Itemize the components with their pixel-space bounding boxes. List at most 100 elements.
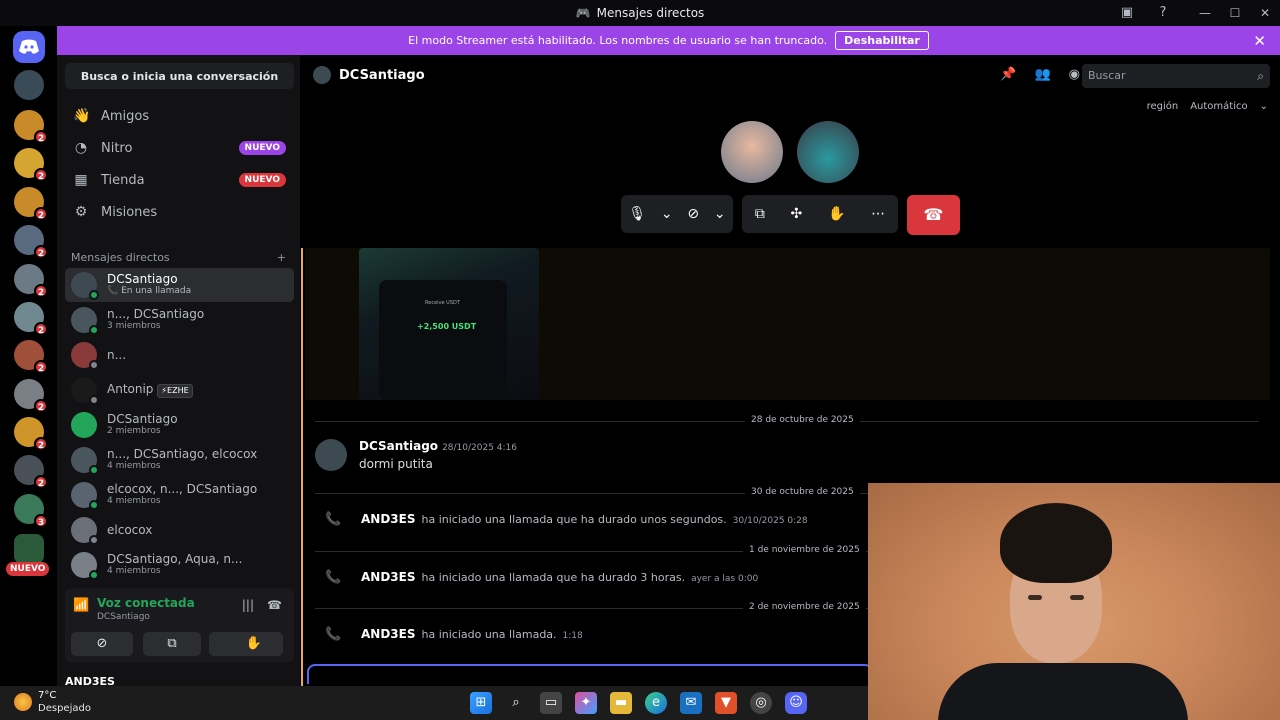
voice-status[interactable]: Voz conectada <box>97 596 195 610</box>
dm-header: Mensajes directos + <box>71 251 286 264</box>
dm-item[interactable]: DCSantiago 2 miembros <box>65 408 294 442</box>
add-friends-icon[interactable]: 👥 <box>1034 67 1050 82</box>
chevron-down-icon: ⌄ <box>1259 101 1268 112</box>
close-window-button[interactable]: ✕ <box>1250 6 1280 20</box>
disconnect-icon[interactable]: ☎ <box>267 598 282 612</box>
image-attachment[interactable]: Receive USDT +2,500 USDT <box>359 248 539 400</box>
streamer-mode-banner: El modo Streamer está habilitado. Los no… <box>57 26 1280 55</box>
avatar <box>71 482 99 510</box>
brave-icon[interactable]: ▼ <box>715 692 737 714</box>
phone-icon: 📞 <box>325 627 342 642</box>
server-rail: 2 2 2 2 2 2 2 2 2 2 3 NUEVO <box>0 26 57 686</box>
chrome-icon[interactable]: ◎ <box>750 692 772 714</box>
message-composer[interactable] <box>307 664 873 684</box>
add-dm-icon[interactable]: + <box>277 251 286 264</box>
nav-friends[interactable]: 👋 Amigos <box>65 101 294 131</box>
phone-icon: 📞 <box>325 512 342 527</box>
search-icon[interactable]: ⌕ <box>505 692 527 714</box>
help-icon[interactable]: ? <box>1154 4 1172 22</box>
server-avatar[interactable]: 2 <box>14 187 48 221</box>
nitro-icon: ◔ <box>74 140 88 156</box>
server-avatar[interactable]: 2 <box>14 264 48 298</box>
dm-item[interactable]: n..., DCSantiago, elcocox 4 miembros <box>65 443 294 477</box>
server-avatar[interactable]: 2 <box>14 110 48 144</box>
microphone-icon[interactable]: 🎙 <box>628 206 646 222</box>
call-log: 📞 AND3ES ha iniciado una llamada. 1:18 <box>325 627 583 642</box>
close-icon[interactable]: ✕ <box>1253 32 1266 50</box>
dm-item[interactable]: Antonip ⚡EZHE <box>65 373 294 407</box>
server-avatar[interactable]: 2 <box>14 455 48 489</box>
outlook-icon[interactable]: ✉ <box>680 692 702 714</box>
banner-text: El modo Streamer está habilitado. Los no… <box>408 34 828 47</box>
region-selector[interactable]: región Automático ⌄ <box>1147 101 1268 112</box>
more-icon[interactable]: ⋯ <box>871 206 885 222</box>
screen-share-icon[interactable]: ⧉ <box>755 206 765 222</box>
profile-icon[interactable]: ◉ <box>1069 67 1080 82</box>
find-conversation-button[interactable]: Busca o inicia una conversación <box>65 63 294 89</box>
call-log: 📞 AND3ES ha iniciado una llamada que ha du… <box>325 512 808 527</box>
avatar <box>71 552 99 580</box>
dm-item[interactable]: n..., DCSantiago 3 miembros <box>65 303 294 337</box>
server-avatar[interactable] <box>14 534 44 564</box>
weather-icon <box>14 693 32 711</box>
dm-item[interactable]: elcocox, n..., DCSantiago 4 miembros <box>65 478 294 512</box>
dm-item[interactable]: elcocox <box>65 513 294 547</box>
pin-icon[interactable]: 📌 <box>1000 67 1016 82</box>
server-avatar[interactable]: 2 <box>14 225 48 259</box>
friends-icon: 👋 <box>73 108 91 124</box>
avatar[interactable] <box>315 439 347 471</box>
search-input[interactable]: Buscar <box>1082 64 1270 88</box>
avatar <box>71 272 99 300</box>
server-avatar[interactable]: 2 <box>14 417 48 451</box>
chevron-down-icon[interactable]: ⌄ <box>714 206 726 222</box>
new-badge: NUEVO <box>238 141 286 155</box>
maximize-button[interactable]: ☐ <box>1220 6 1250 20</box>
hang-up-button[interactable]: ☎ <box>907 195 960 235</box>
message-author[interactable]: DCSantiago 28/10/2025 4:16 <box>359 439 517 453</box>
server-avatar[interactable] <box>14 70 44 100</box>
server-avatar[interactable]: 3 <box>14 494 48 528</box>
signal-icon: 📶 <box>73 598 90 613</box>
camera-off-button[interactable]: ⊘ <box>71 632 133 656</box>
windows-taskbar: 7°C Despejado ⊞ ⌕ ▭ ✦ ▬ e ✉ ▼ ◎ ☺ <box>0 686 868 720</box>
home-button[interactable] <box>13 31 45 63</box>
disable-streamer-button[interactable]: Deshabilitar <box>835 31 929 50</box>
discord-taskbar-icon[interactable]: ☺ <box>785 692 807 714</box>
call-participant-avatar[interactable] <box>797 121 859 183</box>
server-avatar[interactable]: 2 <box>14 302 48 336</box>
call-participant-avatar[interactable] <box>721 121 783 183</box>
weather-widget[interactable]: 7°C Despejado <box>14 689 91 715</box>
nav-quests[interactable]: ⚙ Misiones <box>65 197 294 227</box>
dm-item[interactable]: DCSantiago, Aqua, n... 4 miembros <box>65 548 294 582</box>
avatar <box>71 342 99 370</box>
dm-item[interactable]: DCSantiago 📞 En una llamada <box>65 268 294 302</box>
soundboard-button[interactable]: ✋ <box>225 632 283 656</box>
message-text: dormi putita <box>359 457 433 471</box>
server-avatar[interactable]: 2 <box>14 148 48 182</box>
discord-home-icon <box>19 39 39 54</box>
mic-camera-controls: 🎙 ⌄ ⊘ ⌄ <box>621 195 733 233</box>
soundboard-icon[interactable]: ✋ <box>828 206 845 222</box>
server-avatar[interactable]: 2 <box>14 379 48 413</box>
server-avatar[interactable]: 2 <box>14 340 48 374</box>
screen-share-button[interactable]: ⧉ <box>143 632 201 656</box>
screen-share-icon[interactable]: ▣ <box>1118 4 1136 22</box>
noise-suppression-icon[interactable]: ||| <box>242 598 254 612</box>
task-view-icon[interactable]: ▭ <box>540 692 562 714</box>
channel-name: DCSantiago <box>339 67 425 83</box>
nav-shop[interactable]: ▦ Tienda NUEVO <box>65 165 294 195</box>
minimize-button[interactable]: — <box>1190 6 1220 20</box>
discord-logo-icon: 🎮 <box>575 6 591 20</box>
edge-icon[interactable]: e <box>645 692 667 714</box>
camera-off-icon[interactable]: ⊘ <box>687 206 699 222</box>
chevron-down-icon[interactable]: ⌄ <box>661 206 673 222</box>
avatar <box>71 307 99 335</box>
dm-item[interactable]: n... <box>65 338 294 372</box>
nav-nitro[interactable]: ◔ Nitro NUEVO <box>65 133 294 163</box>
call-actions: ⧉ ✣ ✋ ⋯ <box>742 195 898 233</box>
copilot-icon[interactable]: ✦ <box>575 692 597 714</box>
activities-icon[interactable]: ✣ <box>791 206 803 222</box>
file-explorer-icon[interactable]: ▬ <box>610 692 632 714</box>
start-icon[interactable]: ⊞ <box>470 692 492 714</box>
new-badge: NUEVO <box>6 562 50 576</box>
